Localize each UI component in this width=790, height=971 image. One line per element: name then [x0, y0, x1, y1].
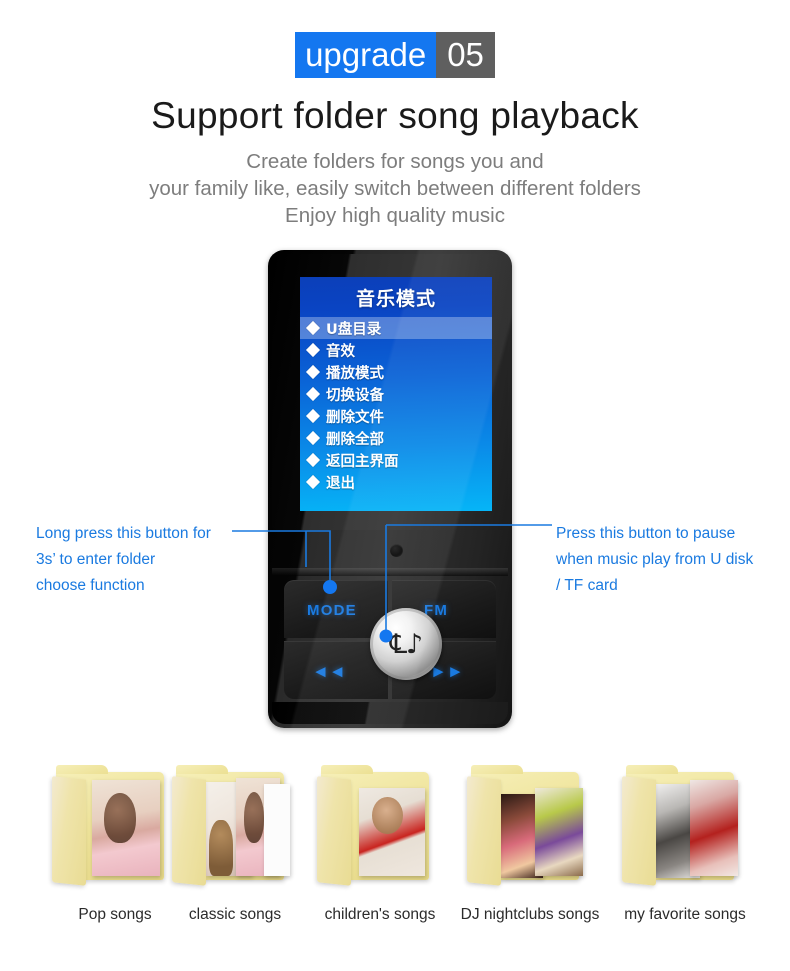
folder-front-flap-icon — [52, 776, 86, 886]
folder-front-flap-icon — [467, 776, 501, 886]
screen-menu: U盘目录 音效 播放模式 切换设备 删除文件 删除全部 返回主界面 退出 — [300, 317, 492, 493]
menu-item-2[interactable]: 播放模式 — [300, 361, 492, 383]
call-music-icon: ℄♪ — [389, 628, 424, 660]
folder-item-dj-nightclubs-songs[interactable]: DJ nightclubs songs — [455, 758, 605, 923]
diamond-bullet-icon — [305, 364, 321, 380]
previous-track-icon: ◄◄ — [312, 662, 346, 681]
annotation-left: Long press this button for 3s’ to enter … — [36, 521, 211, 599]
annotation-right-line-1: Press this button to pause — [556, 525, 736, 542]
annotation-left-line-2: 3s’ to enter folder — [36, 551, 156, 568]
menu-item-7[interactable]: 退出 — [300, 471, 492, 493]
album-art — [264, 784, 290, 876]
folder-item-childrens-songs[interactable]: children's songs — [305, 758, 455, 923]
folder-gallery: Pop songs classic songs children's songs — [0, 758, 790, 958]
badge-label: upgrade — [295, 32, 437, 78]
menu-item-4[interactable]: 删除文件 — [300, 405, 492, 427]
menu-item-6[interactable]: 返回主界面 — [300, 449, 492, 471]
diamond-bullet-icon — [305, 474, 321, 490]
screen-title: 音乐模式 — [355, 288, 436, 310]
device-bottom-shell — [272, 702, 508, 724]
folder-front-flap-icon — [172, 776, 206, 886]
annotation-right: Press this button to pause when music pl… — [556, 521, 753, 599]
menu-item-1[interactable]: 音效 — [300, 339, 492, 361]
menu-item-label: 切换设备 — [326, 387, 384, 404]
folder-caption: my favorite songs — [624, 906, 746, 923]
menu-item-label: 音效 — [326, 343, 355, 360]
badge-number: 05 — [436, 32, 495, 78]
annotation-right-line-3: / TF card — [556, 577, 618, 594]
microphone-hole-icon — [390, 544, 403, 557]
folder-item-classic-songs[interactable]: classic songs — [160, 758, 310, 923]
page-subtitle: Create folders for songs you and your fa… — [0, 148, 790, 229]
device-screen: 音乐模式 U盘目录 音效 播放模式 切换设备 删除文件 删除全部 返回主界面 退… — [300, 277, 492, 511]
diamond-bullet-icon — [305, 342, 321, 358]
folder-caption: DJ nightclubs songs — [460, 906, 600, 923]
folder-item-my-favorite-songs[interactable]: my favorite songs — [610, 758, 760, 923]
subtitle-line-1: Create folders for songs you and — [246, 150, 544, 173]
folder-caption: classic songs — [188, 906, 282, 923]
album-art — [535, 788, 583, 876]
device-keypad: MODE FM ◄◄ ►► ℄♪ — [284, 580, 496, 699]
menu-item-3[interactable]: 切换设备 — [300, 383, 492, 405]
album-art — [690, 780, 738, 876]
mp3-player-device: 音乐模式 U盘目录 音效 播放模式 切换设备 删除文件 删除全部 返回主界面 退… — [268, 250, 512, 728]
diamond-bullet-icon — [305, 408, 321, 424]
diamond-bullet-icon — [305, 320, 321, 336]
promo-page: upgrade 05 Support folder song playback C… — [0, 0, 790, 971]
page-title: Support folder song playback — [151, 95, 639, 136]
menu-item-0[interactable]: U盘目录 — [300, 317, 492, 339]
play-pause-center-button[interactable]: ℄♪ — [370, 608, 442, 680]
diamond-bullet-icon — [305, 452, 321, 468]
device-seam — [272, 568, 508, 576]
diamond-bullet-icon — [305, 430, 321, 446]
annotation-left-line-1: Long press this button for — [36, 525, 211, 542]
menu-item-5[interactable]: 删除全部 — [300, 427, 492, 449]
upgrade-badge: upgrade 05 — [0, 32, 790, 78]
menu-item-label: 删除文件 — [326, 409, 384, 426]
annotation-right-line-2: when music play from U disk — [556, 551, 754, 568]
menu-item-label: 播放模式 — [326, 365, 384, 382]
menu-item-label: U盘目录 — [326, 321, 382, 338]
menu-item-label: 退出 — [326, 475, 355, 492]
album-art — [359, 788, 425, 876]
album-art — [92, 780, 160, 876]
diamond-bullet-icon — [305, 386, 321, 402]
menu-item-label: 删除全部 — [326, 431, 384, 448]
subtitle-line-3: Enjoy high quality music — [285, 204, 505, 227]
folder-caption: children's songs — [324, 906, 436, 923]
mode-button-label: MODE — [307, 602, 357, 619]
annotation-left-line-3: choose function — [36, 577, 145, 594]
menu-item-label: 返回主界面 — [326, 453, 399, 470]
folder-front-flap-icon — [317, 776, 351, 886]
subtitle-line-2: your family like, easily switch between … — [149, 177, 641, 200]
folder-front-flap-icon — [622, 776, 656, 886]
